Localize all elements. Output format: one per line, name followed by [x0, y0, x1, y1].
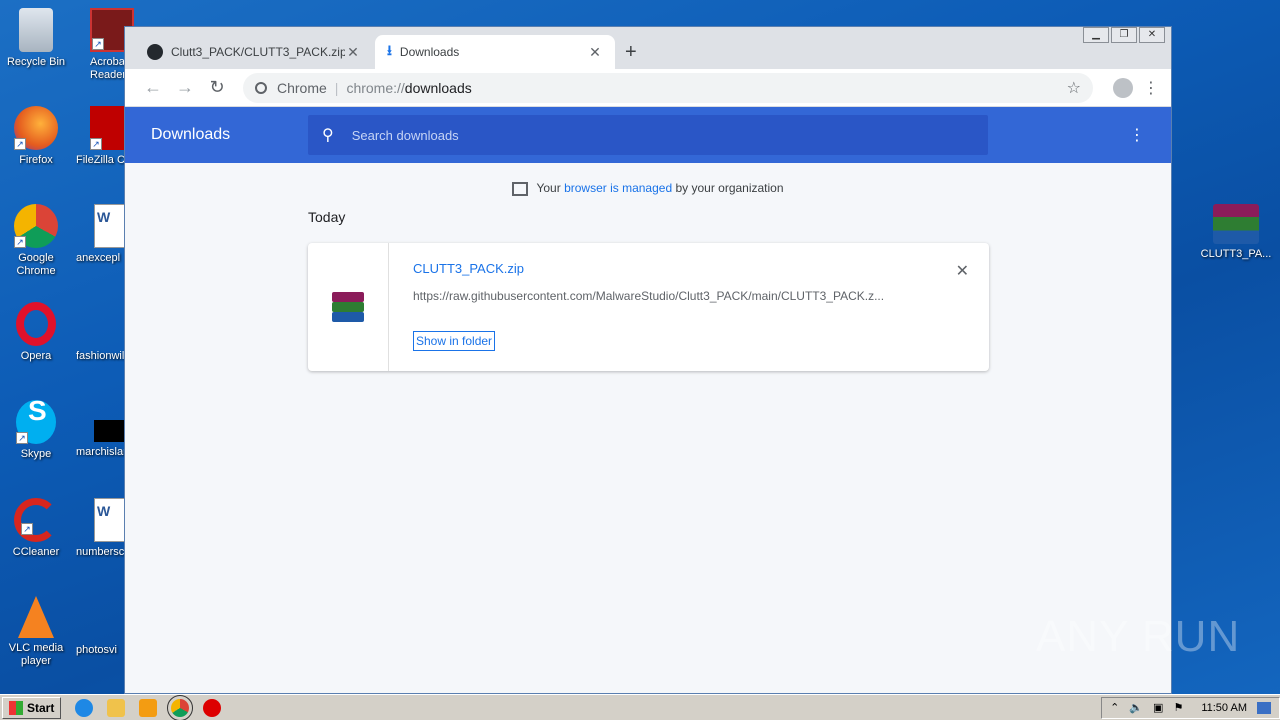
desktop-icon-firefox[interactable]: ↗ Firefox: [0, 106, 72, 167]
desktop-icon-label: photosvi: [76, 644, 117, 656]
desktop-icon-label: Google Chrome: [16, 252, 56, 277]
explorer-folder-icon[interactable]: [107, 698, 126, 717]
system-tray: ⌃ 🔈 ▣ ⚑ 11:50 AM: [1101, 696, 1280, 719]
managed-link[interactable]: browser is managed: [564, 181, 672, 195]
download-source-url[interactable]: https://raw.githubusercontent.com/Malwar…: [413, 289, 913, 303]
windows-logo-icon: [9, 700, 23, 715]
address-bar[interactable]: Chrome | chrome://downloads ☆: [243, 72, 1093, 103]
window-controls: ▁ ❐ ✕: [1081, 27, 1165, 43]
close-tab-icon[interactable]: ✕: [587, 44, 603, 61]
tab-strip: Clutt3_PACK/CLUTT3_PACK.zip at m ✕ ⭳ Dow…: [125, 27, 1171, 69]
minimize-icon[interactable]: ▁: [1083, 27, 1109, 43]
desktop-icon-opera[interactable]: Opera: [0, 302, 72, 363]
desktop-icon-label: fashionwil: [76, 350, 124, 362]
search-placeholder: Search downloads: [351, 127, 459, 143]
show-in-folder-button[interactable]: Show in folder: [413, 331, 496, 351]
download-filename-link[interactable]: CLUTT3_PACK.zip: [413, 261, 965, 276]
clock[interactable]: 11:50 AM: [1201, 702, 1247, 714]
forward-arrow-icon[interactable]: →: [169, 77, 201, 98]
restore-icon[interactable]: ❐: [1111, 27, 1137, 43]
remove-download-icon[interactable]: ✕: [956, 261, 969, 281]
start-button[interactable]: Start: [2, 696, 62, 719]
url-path: downloads: [404, 79, 472, 96]
anyrun-watermark: ANY RUN: [1036, 612, 1241, 661]
volume-icon[interactable]: 🔈: [1129, 701, 1143, 714]
tab-title: Clutt3_PACK/CLUTT3_PACK.zip at m: [171, 45, 345, 59]
managed-notice: Your browser is managed by your organiza…: [125, 181, 1171, 196]
bookmark-star-icon[interactable]: ☆: [1067, 78, 1081, 98]
page-title: Downloads: [151, 126, 231, 143]
desktop-icon-label: anexcepl: [76, 252, 121, 264]
desktop-icon-label: numbersc: [76, 546, 124, 558]
desktop-icon-vlc[interactable]: VLC media player: [0, 596, 72, 668]
chrome-taskbar-icon[interactable]: [167, 694, 194, 720]
desktop-icon-recycle-bin[interactable]: Recycle Bin: [0, 8, 72, 69]
media-player-icon[interactable]: [139, 698, 158, 717]
opera-icon: [16, 302, 56, 346]
github-icon: [147, 44, 163, 60]
omnibox-separator: |: [334, 79, 339, 96]
back-arrow-icon[interactable]: ←: [137, 77, 169, 98]
file-icon-container: [308, 243, 389, 371]
desktop-icon-label: FileZilla C: [76, 154, 124, 166]
desktop-icon-skype[interactable]: S ↗ Skype: [0, 397, 72, 461]
recycle-bin-icon: [19, 8, 53, 52]
site-label: Chrome: [277, 79, 327, 96]
search-icon: ⚲: [322, 127, 334, 144]
reload-icon[interactable]: ↻: [201, 77, 233, 98]
winrar-archive-icon: [1213, 204, 1259, 244]
winrar-file-icon: [332, 292, 364, 322]
downloads-menu-kebab-icon[interactable]: ⋮: [1129, 125, 1145, 145]
desktop-icon-label: CCleaner: [12, 546, 60, 558]
managed-suffix: by your organization: [672, 181, 784, 195]
desktop-icon-label: Firefox: [19, 154, 53, 166]
chrome-info-icon: [255, 81, 267, 94]
show-desktop-icon[interactable]: [1257, 701, 1271, 714]
close-window-icon[interactable]: ✕: [1139, 27, 1165, 43]
tab-downloads[interactable]: ⭳ Downloads ✕: [375, 35, 615, 69]
network-icon[interactable]: ▣: [1153, 701, 1163, 714]
ccleaner-icon: ↗: [14, 498, 58, 542]
url-scheme: chrome://: [346, 79, 405, 96]
close-tab-icon[interactable]: ✕: [345, 44, 361, 61]
firefox-icon: ↗: [14, 106, 58, 150]
browser-toolbar: ← → ↻ Chrome | chrome://downloads ☆ ⋮: [125, 69, 1171, 107]
desktop-icon-label: Skype: [20, 448, 52, 460]
profile-avatar-icon[interactable]: [1113, 77, 1133, 98]
skype-icon: S ↗: [16, 397, 56, 444]
download-icon: ⭳: [387, 42, 392, 58]
chrome-window: Clutt3_PACK/CLUTT3_PACK.zip at m ✕ ⭳ Dow…: [124, 26, 1172, 694]
desktop-icon-ccleaner[interactable]: ↗ CCleaner: [0, 498, 72, 559]
download-item: CLUTT3_PACK.zip https://raw.githubuserco…: [308, 243, 989, 371]
vlc-cone-icon: [18, 596, 54, 638]
desktop-icon-google-chrome[interactable]: ↗ Google Chrome: [0, 204, 72, 278]
action-center-flag-icon[interactable]: ⚑: [1173, 701, 1183, 714]
start-label: Start: [27, 700, 55, 715]
taskbar: Start ⌃ 🔈 ▣ ⚑ 11:50 AM: [0, 694, 1280, 720]
new-tab-button[interactable]: +: [625, 41, 637, 64]
tray-expand-icon[interactable]: ⌃: [1110, 701, 1119, 714]
tab-github[interactable]: Clutt3_PACK/CLUTT3_PACK.zip at m ✕: [135, 35, 373, 69]
tab-title: Downloads: [399, 45, 460, 59]
desktop-icon-label: Opera: [20, 350, 52, 362]
desktop-icon-label: CLUTT3_PA...: [1200, 248, 1272, 260]
desktop-icon-clutt3-pack[interactable]: CLUTT3_PA...: [1200, 204, 1272, 261]
internet-explorer-icon[interactable]: [75, 698, 94, 717]
desktop-icon-label: VLC media player: [8, 642, 64, 667]
building-icon: [512, 181, 529, 196]
menu-kebab-icon[interactable]: ⋮: [1143, 78, 1159, 98]
search-input[interactable]: ⚲ Search downloads: [308, 115, 988, 155]
desktop-icon-label: marchislar: [76, 446, 124, 458]
opera-taskbar-icon[interactable]: [203, 698, 222, 717]
section-heading: Today: [308, 209, 346, 225]
chrome-icon: ↗: [14, 204, 58, 248]
desktop-icon-label: Recycle Bin: [6, 56, 66, 68]
downloads-header: Downloads ⚲ Search downloads ⋮: [125, 107, 1171, 163]
download-item-body: CLUTT3_PACK.zip https://raw.githubuserco…: [389, 243, 989, 371]
managed-prefix: Your: [536, 181, 565, 195]
